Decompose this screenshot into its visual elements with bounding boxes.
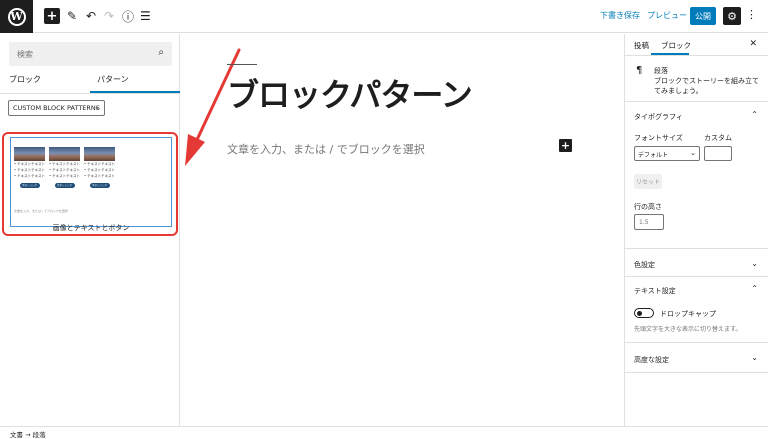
chevron-down-icon: ⌄ (690, 149, 696, 157)
pattern-list-item: • テキストテキスト (49, 168, 80, 172)
preview-button[interactable]: プレビュー (647, 10, 687, 21)
pattern-image (84, 147, 115, 161)
publish-button[interactable]: 公開 (690, 7, 716, 25)
pattern-button: ボタンリンク (54, 183, 75, 188)
undo-icon[interactable]: ↶ (86, 7, 96, 25)
toggle-knob (637, 310, 642, 316)
save-draft-button[interactable]: 下書き保存 (600, 10, 640, 21)
list-view-icon[interactable]: ☰ (140, 7, 151, 25)
tab-patterns[interactable]: パターン (97, 74, 129, 85)
pattern-list-item: • テキストテキスト (84, 168, 115, 172)
font-size-select[interactable]: デフォルト ⌄ (634, 146, 700, 161)
tabs-divider (0, 93, 179, 94)
pattern-category-value: CUSTOM BLOCK PATTERNS (13, 104, 100, 112)
pattern-column: • テキストテキスト • テキストテキスト • テキストテキスト ボタンリンク (14, 147, 45, 188)
pattern-list-item: • テキストテキスト (49, 174, 80, 178)
redo-icon[interactable]: ↷ (104, 7, 114, 25)
pattern-placeholder-note: 文章を入力、または / でブロックを選択 (14, 209, 68, 213)
chevron-down-icon: ⌄ (94, 103, 100, 111)
search-input[interactable] (9, 42, 149, 67)
divider (625, 248, 768, 249)
active-tab-indicator (90, 91, 180, 93)
chevron-down-icon[interactable]: ⌄ (751, 353, 758, 362)
edit-tool-icon[interactable]: ✎ (67, 7, 77, 25)
pattern-category-select[interactable]: CUSTOM BLOCK PATTERNS ⌄ (8, 100, 105, 116)
font-size-label: フォントサイズ (634, 134, 683, 142)
color-settings-panel-toggle[interactable]: 色設定 (634, 260, 655, 270)
tab-block[interactable]: ブロック (661, 40, 691, 51)
drop-cap-toggle[interactable] (634, 308, 654, 318)
typography-panel-toggle[interactable]: タイポグラフィ (634, 112, 683, 122)
settings-sidebar: 投稿 ブロック ✕ ¶ 段落 ブロックでストーリーを組み立ててみましょう。 タイ… (624, 34, 768, 426)
add-block-button[interactable]: + (559, 139, 572, 152)
block-name: 段落 (654, 67, 668, 75)
divider (625, 342, 768, 343)
pattern-list-item: • テキストテキスト (14, 174, 45, 178)
wordpress-icon: W (7, 7, 26, 26)
pattern-column: • テキストテキスト • テキストテキスト • テキストテキスト ボタンリンク (84, 147, 115, 188)
block-inserter-toggle[interactable]: + (44, 8, 60, 24)
close-icon[interactable]: ✕ (749, 39, 757, 49)
pattern-column: • テキストテキスト • テキストテキスト • テキストテキスト ボタンリンク (49, 147, 80, 188)
block-breadcrumb[interactable]: 文書 → 段落 (0, 426, 768, 439)
divider (625, 372, 768, 373)
chevron-up-icon[interactable]: ⌃ (751, 284, 758, 293)
pattern-list-item: • テキストテキスト (49, 162, 80, 166)
pattern-list-item: • テキストテキスト (14, 168, 45, 172)
chevron-up-icon[interactable]: ⌃ (751, 110, 758, 119)
block-description: ブロックでストーリーを組み立ててみましょう。 (654, 77, 759, 95)
tab-post[interactable]: 投稿 (634, 40, 649, 51)
settings-gear-icon[interactable]: ⚙ (723, 7, 741, 25)
chevron-down-icon[interactable]: ⌄ (751, 259, 758, 268)
pattern-preview-card[interactable]: • テキストテキスト • テキストテキスト • テキストテキスト ボタンリンク … (10, 137, 172, 232)
divider (625, 276, 768, 277)
pattern-list-item: • テキストテキスト (84, 174, 115, 178)
paragraph-placeholder[interactable]: 文章を入力、または / でブロックを選択 (227, 141, 425, 157)
custom-size-label: カスタム (704, 134, 732, 142)
pattern-list-item: • テキストテキスト (14, 162, 45, 166)
paragraph-icon: ¶ (636, 65, 643, 76)
pattern-button: ボタンリンク (89, 183, 110, 188)
pattern-image (49, 147, 80, 161)
info-icon[interactable]: ⓘ (122, 7, 134, 25)
drop-cap-help: 先頭文字を大きな表示に切り替えます。 (634, 326, 742, 333)
pattern-title: 画像とテキストとボタン (52, 224, 130, 232)
search-icon[interactable]: ⌕ (158, 47, 164, 58)
tab-blocks[interactable]: ブロック (9, 74, 41, 85)
advanced-panel-toggle[interactable]: 高度な設定 (634, 355, 669, 365)
pattern-image (14, 147, 45, 161)
reset-button[interactable]: リセット (634, 174, 662, 189)
wordpress-logo-button[interactable]: W (0, 0, 33, 33)
drop-cap-label: ドロップキャップ (660, 310, 716, 318)
pattern-button: ボタンリンク (19, 183, 40, 188)
more-options-icon[interactable]: ⋮ (746, 8, 757, 21)
editor-canvas: ブロックパターン 文章を入力、または / でブロックを選択 + (181, 34, 624, 426)
line-height-label: 行の高さ (634, 203, 662, 211)
inserter-search: ⌕ (9, 42, 172, 67)
line-height-input[interactable]: 1.5 (634, 214, 664, 230)
divider (625, 101, 768, 102)
block-inserter-panel: ⌕ ブロック パターン CUSTOM BLOCK PATTERNS ⌄ • テキ… (0, 34, 180, 426)
highlight-frame: • テキストテキスト • テキストテキスト • テキストテキスト ボタンリンク … (2, 132, 178, 236)
top-toolbar: W + ✎ ↶ ↷ ⓘ ☰ 下書き保存 プレビュー 公開 ⚙ ⋮ (0, 0, 768, 33)
title-divider (227, 64, 257, 65)
divider (625, 55, 768, 56)
font-size-value: デフォルト (638, 152, 669, 159)
post-title[interactable]: ブロックパターン (227, 70, 473, 116)
text-settings-panel-toggle[interactable]: テキスト設定 (634, 286, 676, 296)
pattern-list-item: • テキストテキスト (84, 162, 115, 166)
custom-size-input[interactable] (704, 146, 732, 161)
